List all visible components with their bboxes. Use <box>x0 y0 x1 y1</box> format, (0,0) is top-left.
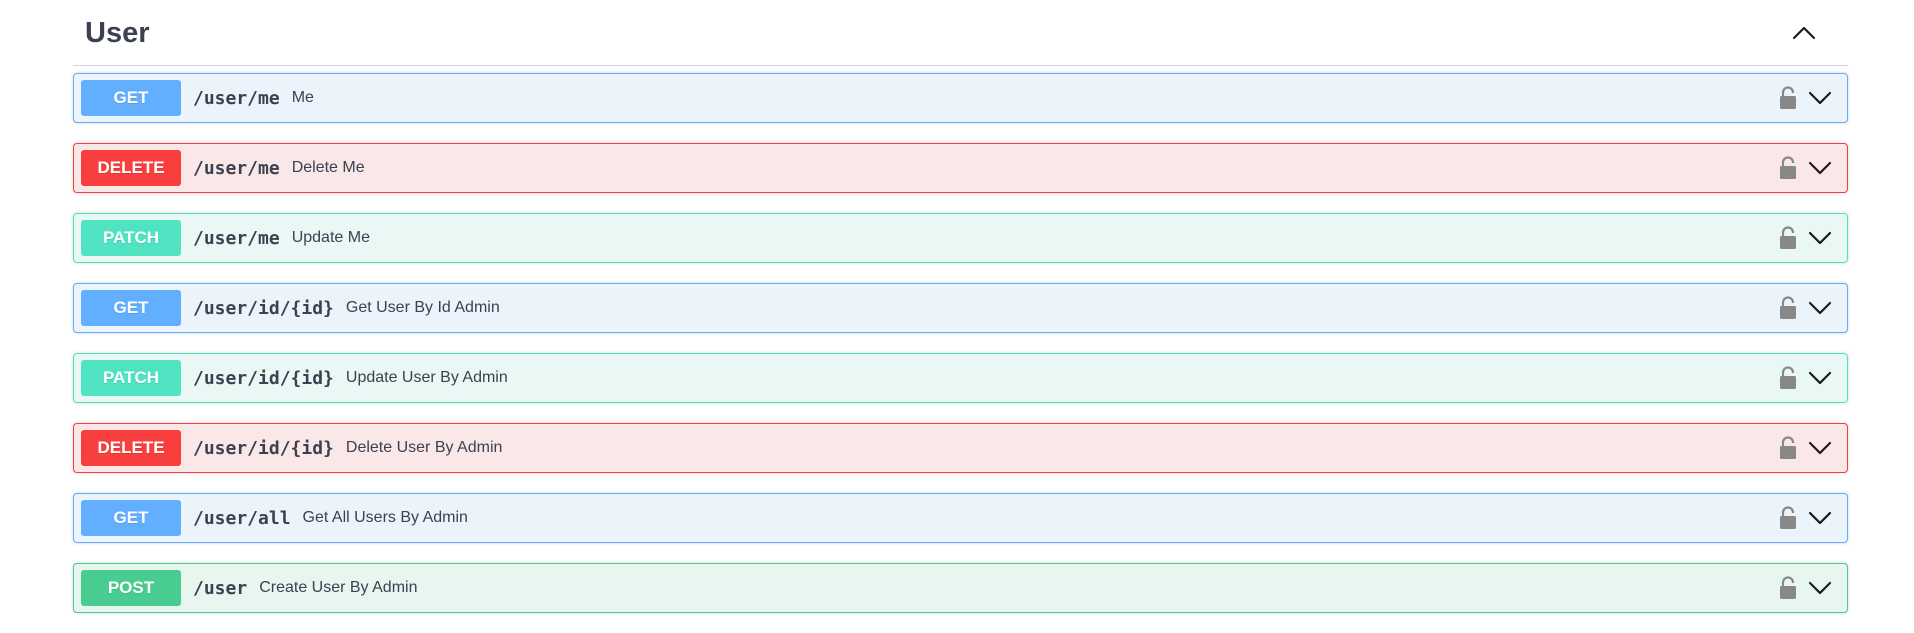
chevron-down-icon[interactable] <box>1805 83 1835 113</box>
operation-row[interactable]: POST /user Create User By Admin <box>73 563 1848 613</box>
chevron-down-icon[interactable] <box>1805 293 1835 323</box>
lock-icon[interactable] <box>1777 504 1799 532</box>
operation-summary: Delete User By Admin <box>345 439 503 456</box>
operation-summary: Get User By Id Admin <box>345 299 500 316</box>
operation-path: /user/all <box>193 507 291 529</box>
operation-path: /user/me <box>193 87 280 109</box>
lock-icon[interactable] <box>1777 434 1799 462</box>
operation-row[interactable]: PATCH /user/id/{id} Update User By Admin <box>73 353 1848 403</box>
operation-row[interactable]: GET /user/me Me <box>73 73 1848 123</box>
section-header[interactable]: User <box>73 0 1848 66</box>
operation-path: /user/me <box>193 157 280 179</box>
operation-summary: Me <box>291 89 314 106</box>
chevron-up-icon <box>1792 26 1816 39</box>
tag-section-user: User GET /user/me Me DELETE /user/me Del… <box>73 0 1848 633</box>
chevron-down-icon[interactable] <box>1805 153 1835 183</box>
method-badge: DELETE <box>81 430 181 466</box>
chevron-down-icon[interactable] <box>1805 223 1835 253</box>
method-badge: GET <box>81 290 181 326</box>
operation-row[interactable]: DELETE /user/id/{id} Delete User By Admi… <box>73 423 1848 473</box>
operation-path: /user/id/{id} <box>193 367 334 389</box>
operation-summary: Update Me <box>291 229 370 246</box>
chevron-down-icon[interactable] <box>1805 573 1835 603</box>
method-badge: POST <box>81 570 181 606</box>
lock-icon[interactable] <box>1777 224 1799 252</box>
method-badge: DELETE <box>81 150 181 186</box>
method-badge: GET <box>81 500 181 536</box>
operation-summary: Create User By Admin <box>259 579 418 596</box>
operation-row[interactable]: PATCH /user/me Update Me <box>73 213 1848 263</box>
collapse-button[interactable] <box>1786 15 1822 51</box>
method-badge: PATCH <box>81 220 181 256</box>
operation-path: /user/id/{id} <box>193 297 334 319</box>
operation-row[interactable]: DELETE /user/me Delete Me <box>73 143 1848 193</box>
lock-icon[interactable] <box>1777 294 1799 322</box>
operation-row[interactable]: GET /user/id/{id} Get User By Id Admin <box>73 283 1848 333</box>
operation-path: /user <box>193 577 248 599</box>
operation-summary: Delete Me <box>291 159 365 176</box>
method-badge: PATCH <box>81 360 181 396</box>
operation-row[interactable]: GET /user/all Get All Users By Admin <box>73 493 1848 543</box>
chevron-down-icon[interactable] <box>1805 363 1835 393</box>
operations-list: GET /user/me Me DELETE /user/me Delete M… <box>73 73 1848 613</box>
section-title[interactable]: User <box>73 17 150 50</box>
lock-icon[interactable] <box>1777 84 1799 112</box>
lock-icon[interactable] <box>1777 154 1799 182</box>
operation-summary: Update User By Admin <box>345 369 508 386</box>
lock-icon[interactable] <box>1777 364 1799 392</box>
lock-icon[interactable] <box>1777 574 1799 602</box>
chevron-down-icon[interactable] <box>1805 503 1835 533</box>
method-badge: GET <box>81 80 181 116</box>
operation-path: /user/id/{id} <box>193 437 334 459</box>
operation-summary: Get All Users By Admin <box>302 509 468 526</box>
chevron-down-icon[interactable] <box>1805 433 1835 463</box>
operation-path: /user/me <box>193 227 280 249</box>
